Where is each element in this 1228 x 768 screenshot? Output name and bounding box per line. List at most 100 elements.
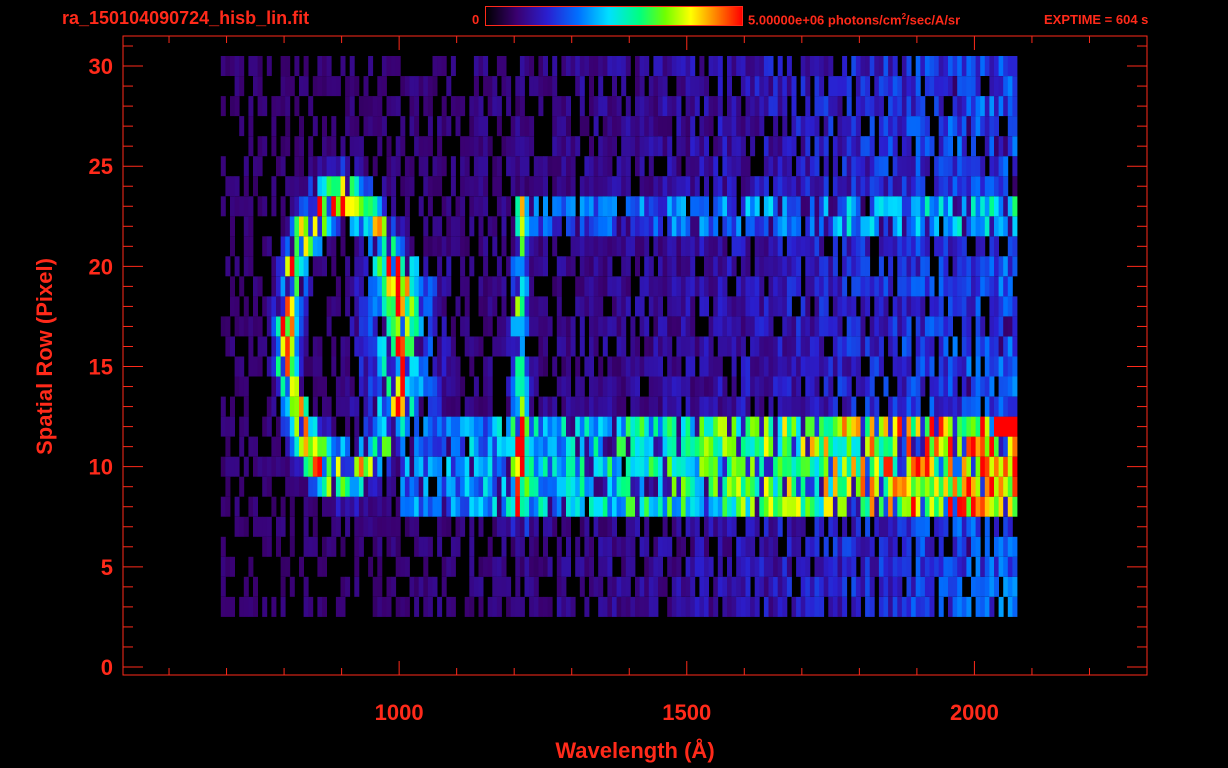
heatmap-cell xyxy=(759,176,765,197)
heatmap-cell xyxy=(763,416,769,437)
heatmap-cell xyxy=(763,296,769,317)
heatmap-cell xyxy=(699,576,705,597)
heatmap-cell xyxy=(966,316,972,337)
heatmap-cell xyxy=(874,456,880,477)
heatmap-cell xyxy=(750,456,756,477)
heatmap-cell xyxy=(901,316,907,337)
heatmap-cell xyxy=(257,456,263,477)
heatmap-cell xyxy=(791,396,797,417)
heatmap-cell xyxy=(561,116,567,137)
heatmap-cell xyxy=(915,396,921,417)
heatmap-cell xyxy=(598,476,604,497)
heatmap-cell xyxy=(621,236,627,257)
heatmap-cell xyxy=(616,436,622,457)
heatmap-cell xyxy=(289,276,295,297)
heatmap-cell xyxy=(368,216,374,237)
heatmap-cell xyxy=(929,356,935,377)
heatmap-cell xyxy=(543,396,548,417)
heatmap-cell xyxy=(363,476,369,497)
heatmap-cell xyxy=(1007,56,1013,76)
heatmap-cell xyxy=(671,176,677,197)
heatmap-cell xyxy=(368,316,374,337)
heatmap-cell xyxy=(501,556,507,577)
heatmap-cell xyxy=(635,376,640,397)
heatmap-cell xyxy=(727,296,732,317)
heatmap-cell xyxy=(814,156,820,177)
heatmap-cell xyxy=(635,216,640,237)
heatmap-cell xyxy=(644,456,650,477)
heatmap-cell xyxy=(1007,116,1013,137)
heatmap-cell xyxy=(740,136,746,157)
heatmap-cell xyxy=(432,56,438,76)
heatmap-cell xyxy=(658,176,663,197)
heatmap-cell xyxy=(934,496,940,517)
heatmap-cell xyxy=(975,116,981,137)
heatmap-cell xyxy=(340,356,346,377)
heatmap-cell xyxy=(906,356,912,377)
heatmap-cell xyxy=(386,96,392,117)
heatmap-cell xyxy=(851,116,857,137)
heatmap-cell xyxy=(676,76,682,97)
heatmap-cell xyxy=(280,596,286,617)
heatmap-cell xyxy=(823,256,829,277)
heatmap-cell xyxy=(662,516,668,537)
heatmap-cell xyxy=(1007,516,1013,537)
heatmap-cell xyxy=(676,496,682,517)
heatmap-cell xyxy=(943,136,949,157)
heatmap-cell xyxy=(740,436,746,457)
y-tick-label: 5 xyxy=(101,555,113,580)
heatmap-cell xyxy=(961,556,967,577)
heatmap-cell xyxy=(1007,496,1013,517)
heatmap-cell xyxy=(331,116,337,137)
heatmap-cell xyxy=(450,216,456,237)
heatmap-cell xyxy=(961,96,967,117)
heatmap-cell xyxy=(593,576,599,597)
heatmap-cell xyxy=(690,96,696,117)
heatmap-cell xyxy=(230,56,235,76)
heatmap-cell xyxy=(607,496,613,517)
heatmap-cell xyxy=(722,256,728,277)
heatmap-cell xyxy=(253,176,258,197)
heatmap-cell xyxy=(717,336,723,357)
heatmap-cell xyxy=(418,196,424,217)
heatmap-cell xyxy=(791,516,797,537)
heatmap-cell xyxy=(552,356,558,377)
heatmap-cell xyxy=(381,76,387,97)
heatmap-cell xyxy=(860,56,866,76)
heatmap-cell xyxy=(299,456,304,477)
heatmap-cell xyxy=(303,236,309,257)
heatmap-cell xyxy=(892,116,898,137)
heatmap-cell xyxy=(855,96,861,117)
heatmap-cell xyxy=(1007,276,1013,297)
heatmap-cell xyxy=(395,136,401,157)
heatmap-cell xyxy=(386,576,392,597)
heatmap-cell xyxy=(584,156,590,177)
heatmap-cell xyxy=(975,576,981,597)
heatmap-cell xyxy=(294,436,300,457)
heatmap-cell xyxy=(579,56,585,76)
heatmap-cell xyxy=(860,176,866,197)
heatmap-cell xyxy=(1007,356,1013,377)
heatmap-cell xyxy=(934,76,940,97)
heatmap-cell xyxy=(593,96,599,117)
heatmap-cell xyxy=(455,496,461,517)
heatmap-cell xyxy=(897,356,903,377)
heatmap-cell xyxy=(372,96,378,117)
heatmap-cell xyxy=(957,476,963,497)
heatmap-cell xyxy=(409,576,415,597)
heatmap-cell xyxy=(740,336,746,357)
heatmap-cell xyxy=(473,76,479,97)
heatmap-cell xyxy=(556,136,562,157)
heatmap-cell xyxy=(938,476,944,497)
heatmap-cell xyxy=(685,176,691,197)
heatmap-cell xyxy=(911,236,917,257)
heatmap-cell xyxy=(529,76,535,97)
heatmap-cell xyxy=(846,476,852,497)
heatmap-cell xyxy=(782,256,788,277)
heatmap-cell xyxy=(938,436,944,457)
heatmap-cell xyxy=(487,216,493,237)
heatmap-cell xyxy=(671,516,677,537)
heatmap-cell xyxy=(621,376,627,397)
heatmap-cell xyxy=(335,396,341,417)
heatmap-cell xyxy=(809,376,815,397)
